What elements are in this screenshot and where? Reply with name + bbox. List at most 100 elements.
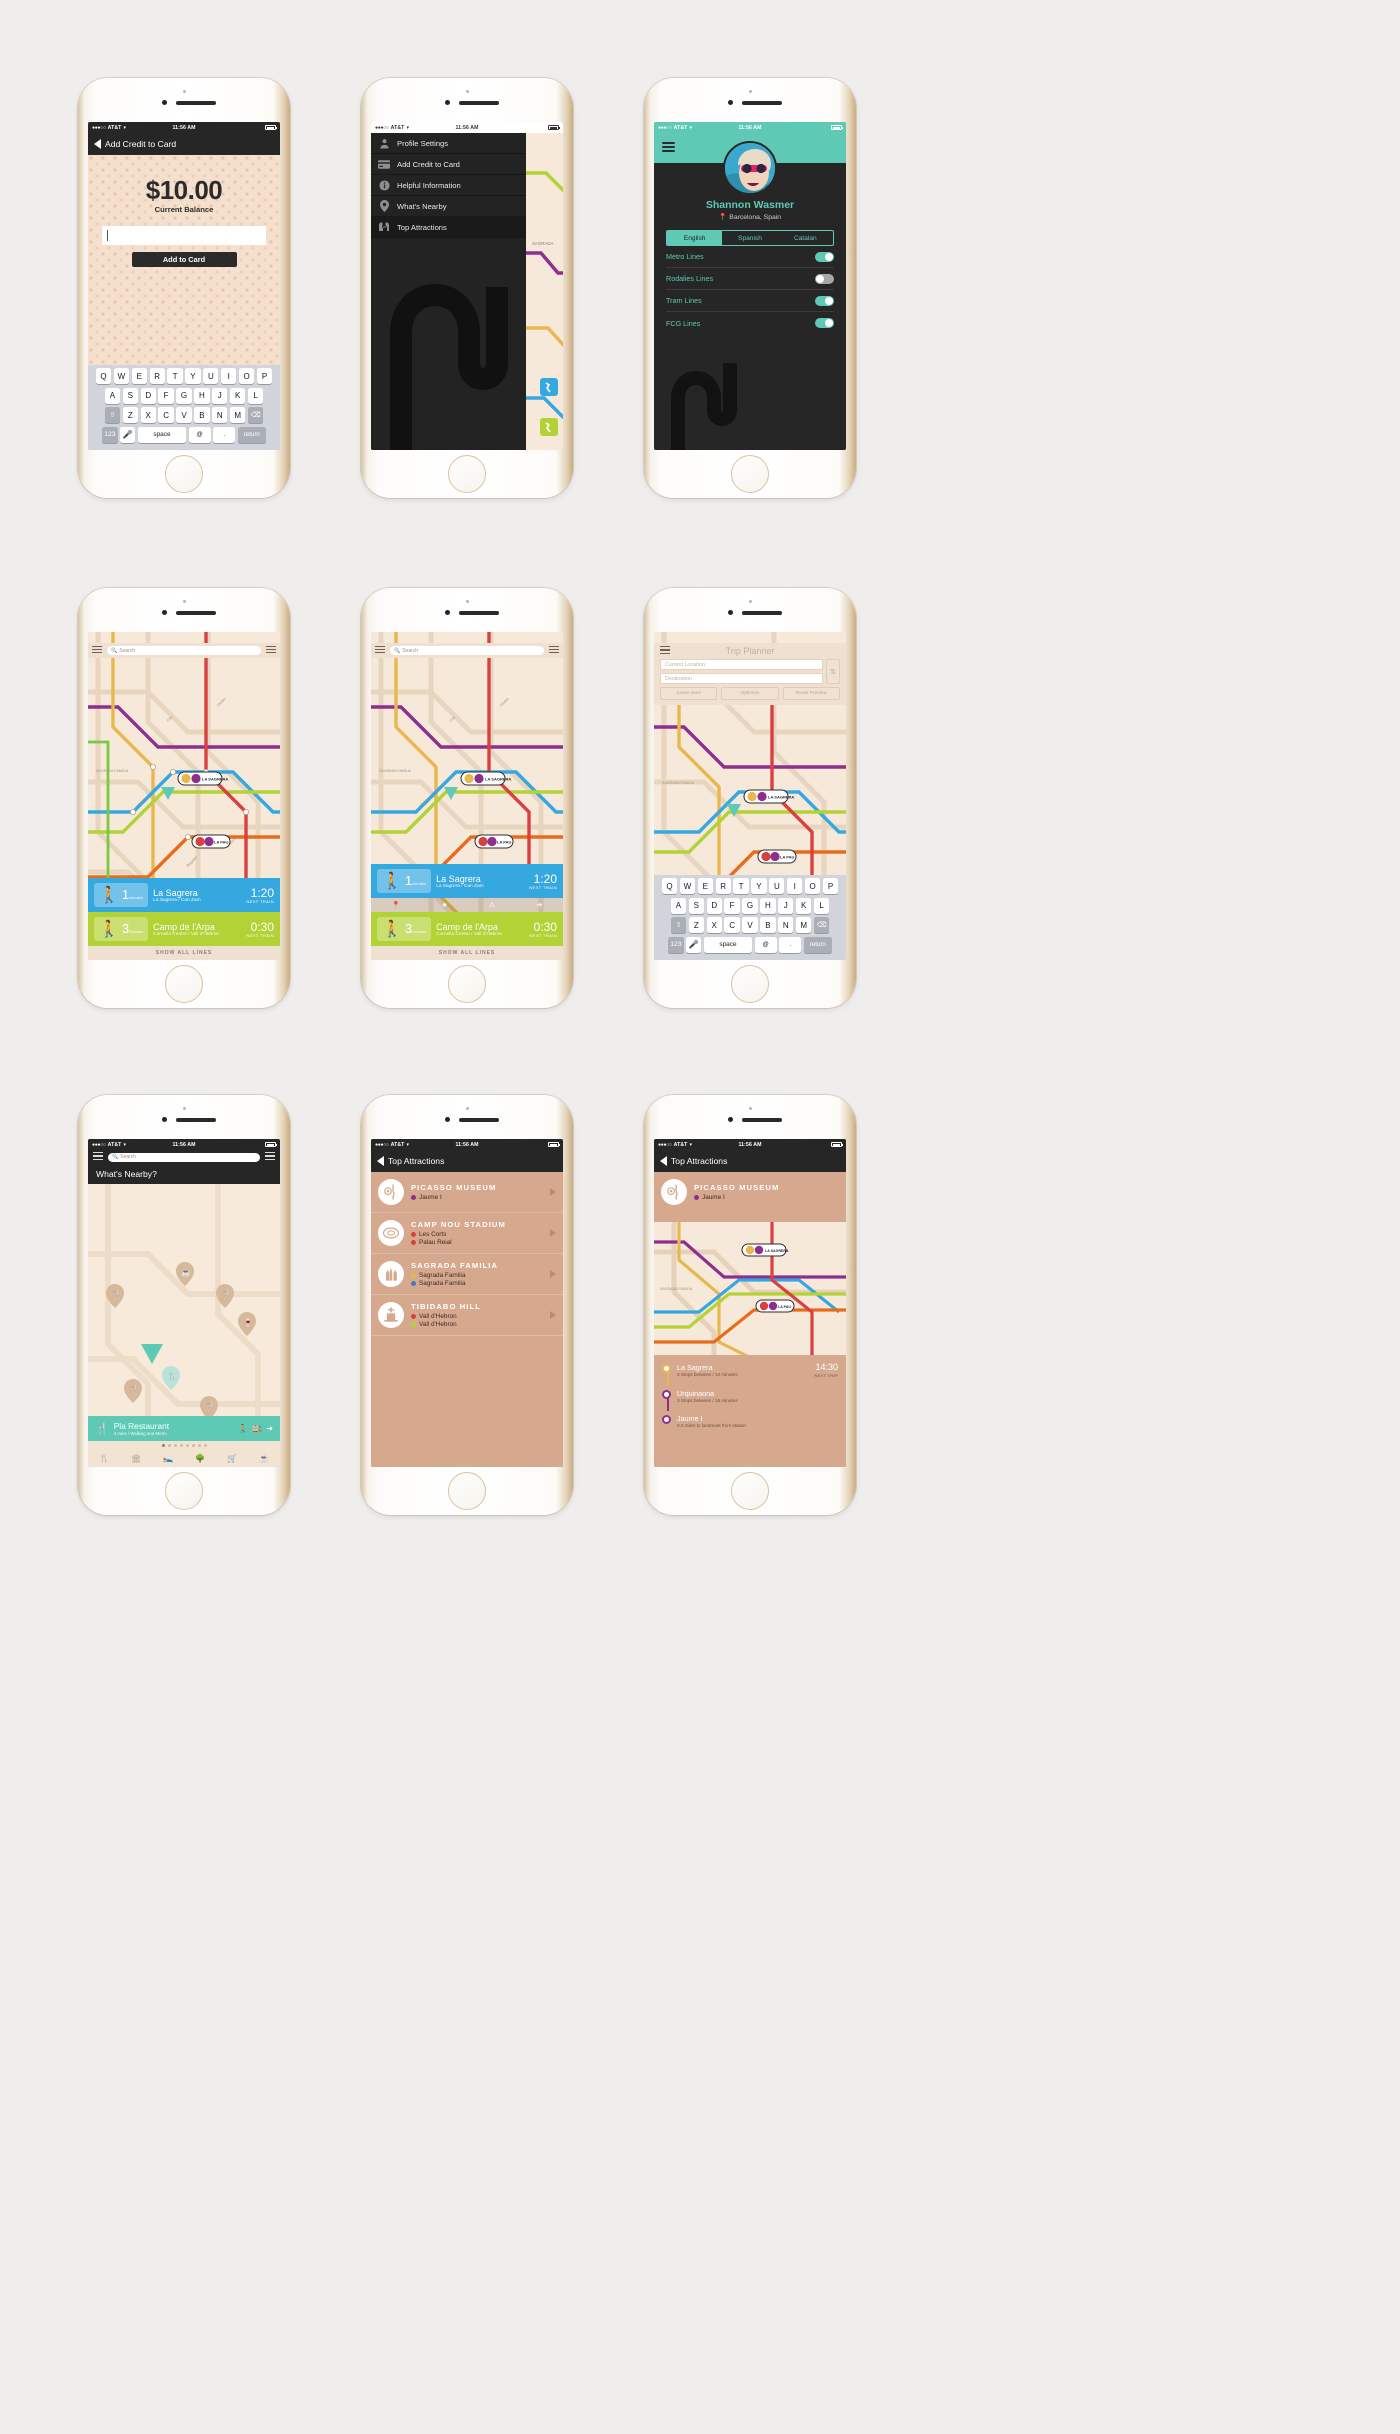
key[interactable]: M bbox=[230, 407, 246, 424]
hamburger-icon[interactable] bbox=[93, 1152, 103, 1162]
key[interactable]: H bbox=[760, 897, 776, 914]
warning-icon[interactable]: ⚠ bbox=[489, 901, 495, 909]
key[interactable]: V bbox=[176, 407, 192, 424]
list-icon[interactable] bbox=[266, 645, 276, 656]
space-key[interactable]: space bbox=[704, 936, 752, 953]
show-all-lines-button[interactable]: SHOW ALL LINES bbox=[88, 946, 280, 960]
home-button[interactable] bbox=[731, 455, 769, 493]
route-map[interactable]: SAGRADA FAMILIA LA SAGRERA LA PAU bbox=[654, 1222, 846, 1355]
hamburger-icon[interactable] bbox=[92, 645, 102, 656]
optimize-button[interactable]: Optimize bbox=[721, 687, 779, 700]
home-button[interactable] bbox=[731, 965, 769, 1003]
route-card-1[interactable]: 🚶 1minutes La Sagrera La Sagrera / Can Z… bbox=[88, 878, 280, 912]
hamburger-icon[interactable] bbox=[662, 142, 675, 155]
segment-catalan[interactable]: Catalan bbox=[778, 231, 833, 245]
back-icon[interactable] bbox=[94, 139, 101, 149]
leave-now-button[interactable]: Leave Now bbox=[660, 687, 718, 700]
pin-icon[interactable]: 📍 bbox=[392, 901, 401, 909]
amount-input[interactable] bbox=[102, 226, 266, 245]
key[interactable]: R bbox=[715, 878, 731, 895]
back-icon[interactable] bbox=[377, 1156, 384, 1166]
menu-item-top-attractions[interactable]: Top Attractions bbox=[371, 217, 526, 238]
key[interactable]: C bbox=[724, 917, 740, 934]
key[interactable]: F bbox=[158, 387, 174, 404]
key[interactable]: G bbox=[176, 387, 192, 404]
space-key[interactable]: space bbox=[138, 426, 186, 443]
home-button[interactable] bbox=[165, 1472, 203, 1510]
mic-icon[interactable]: 🎤 bbox=[120, 426, 136, 443]
key[interactable]: Y bbox=[751, 878, 767, 895]
restaurant-icon[interactable]: 🍴 bbox=[99, 1454, 109, 1463]
numbers-key[interactable]: 123 bbox=[668, 936, 684, 953]
list-icon[interactable] bbox=[549, 645, 559, 656]
carousel-dot[interactable] bbox=[161, 1444, 165, 1447]
menu-item-helpful-information[interactable]: Helpful Information bbox=[371, 175, 526, 196]
search-input[interactable]: 🔍 Search bbox=[108, 1152, 260, 1162]
key[interactable]: S bbox=[688, 897, 704, 914]
map-preview[interactable]: SAGRADA bbox=[526, 133, 563, 450]
menu-item-profile-settings[interactable]: Profile Settings bbox=[371, 133, 526, 154]
mic-icon[interactable]: 🎤 bbox=[686, 936, 702, 953]
home-button[interactable] bbox=[448, 965, 486, 1003]
home-button[interactable] bbox=[448, 1472, 486, 1510]
key[interactable]: E bbox=[131, 368, 147, 385]
key[interactable]: J bbox=[212, 387, 228, 404]
numbers-key[interactable]: 123 bbox=[102, 426, 118, 443]
key[interactable]: C bbox=[158, 407, 174, 424]
key[interactable]: O bbox=[238, 368, 255, 385]
return-key[interactable]: return bbox=[237, 426, 266, 443]
key[interactable]: P bbox=[256, 368, 273, 385]
route-card-2[interactable]: 🚶 3minutes Camp de l'Arpa Cornella Centr… bbox=[371, 912, 563, 946]
walk-icon[interactable]: 🚶 bbox=[238, 1424, 248, 1433]
key[interactable]: R bbox=[149, 368, 165, 385]
period-key[interactable]: . bbox=[779, 936, 802, 953]
key[interactable]: Q bbox=[661, 878, 678, 895]
key[interactable]: L bbox=[813, 897, 830, 914]
key[interactable]: I bbox=[221, 368, 237, 385]
search-input[interactable]: 🔍 Search bbox=[107, 646, 261, 655]
key[interactable]: D bbox=[140, 387, 156, 404]
back-icon[interactable] bbox=[660, 1156, 667, 1166]
key[interactable]: H bbox=[194, 387, 210, 404]
attraction-row[interactable]: CAMP NOU STADIUM Les Corts Palau Reial bbox=[371, 1213, 563, 1254]
key[interactable]: K bbox=[796, 897, 812, 914]
nearby-card[interactable]: 🍴 Pla Restaurant 4 mins / Walking and Me… bbox=[88, 1416, 280, 1441]
key[interactable]: U bbox=[769, 878, 785, 895]
key[interactable]: S bbox=[122, 387, 138, 404]
transit-icon[interactable]: 🚉 bbox=[252, 1424, 262, 1433]
star-icon[interactable]: ★ bbox=[442, 901, 448, 909]
carousel-dot[interactable] bbox=[203, 1444, 207, 1447]
share-icon[interactable]: ➔ bbox=[536, 901, 542, 909]
menu-item-add-credit[interactable]: Add Credit to Card bbox=[371, 154, 526, 175]
share-icon[interactable]: ➔ bbox=[266, 1424, 273, 1433]
attraction-row[interactable]: TIBIDABO HILL Vall d'Hebron Vall d'Hebro… bbox=[371, 1295, 563, 1336]
shopping-icon[interactable]: 🛒 bbox=[227, 1454, 237, 1463]
key[interactable]: A bbox=[670, 897, 687, 914]
tram-lines-toggle[interactable] bbox=[815, 295, 834, 306]
coffee-icon[interactable]: ☕ bbox=[259, 1454, 269, 1463]
rodalies-lines-toggle[interactable] bbox=[815, 273, 834, 284]
search-input[interactable]: 🔍 Search bbox=[390, 646, 544, 655]
menu-item-whats-nearby[interactable]: What's Nearby bbox=[371, 196, 526, 217]
key[interactable]: N bbox=[212, 407, 228, 424]
chevron-right-icon[interactable] bbox=[550, 1270, 556, 1278]
hamburger-icon[interactable] bbox=[375, 645, 385, 656]
add-to-card-button[interactable]: Add to Card bbox=[131, 252, 237, 267]
key[interactable]: Z bbox=[122, 407, 138, 424]
period-key[interactable]: . bbox=[213, 426, 236, 443]
show-all-lines-button[interactable]: SHOW ALL LINES bbox=[371, 946, 563, 960]
key[interactable]: K bbox=[230, 387, 246, 404]
key[interactable]: L bbox=[247, 387, 264, 404]
carousel-dot[interactable] bbox=[197, 1444, 201, 1447]
carousel-dot[interactable] bbox=[167, 1444, 171, 1447]
route-step[interactable]: Jaume I 0.3 miles to landmark from stati… bbox=[654, 1412, 846, 1430]
key[interactable]: P bbox=[822, 878, 839, 895]
key[interactable]: W bbox=[113, 368, 130, 385]
list-icon[interactable] bbox=[265, 1152, 275, 1162]
route-card-2[interactable]: 🚶 3minutes Camp de l'Arpa Cornella Centr… bbox=[88, 912, 280, 946]
key[interactable]: W bbox=[679, 878, 696, 895]
park-icon[interactable]: 🌳 bbox=[195, 1454, 205, 1463]
attraction-row[interactable]: PICASSO MUSEUM Jaume I bbox=[371, 1172, 563, 1213]
carousel-dot[interactable] bbox=[191, 1444, 195, 1447]
key[interactable]: X bbox=[706, 917, 722, 934]
